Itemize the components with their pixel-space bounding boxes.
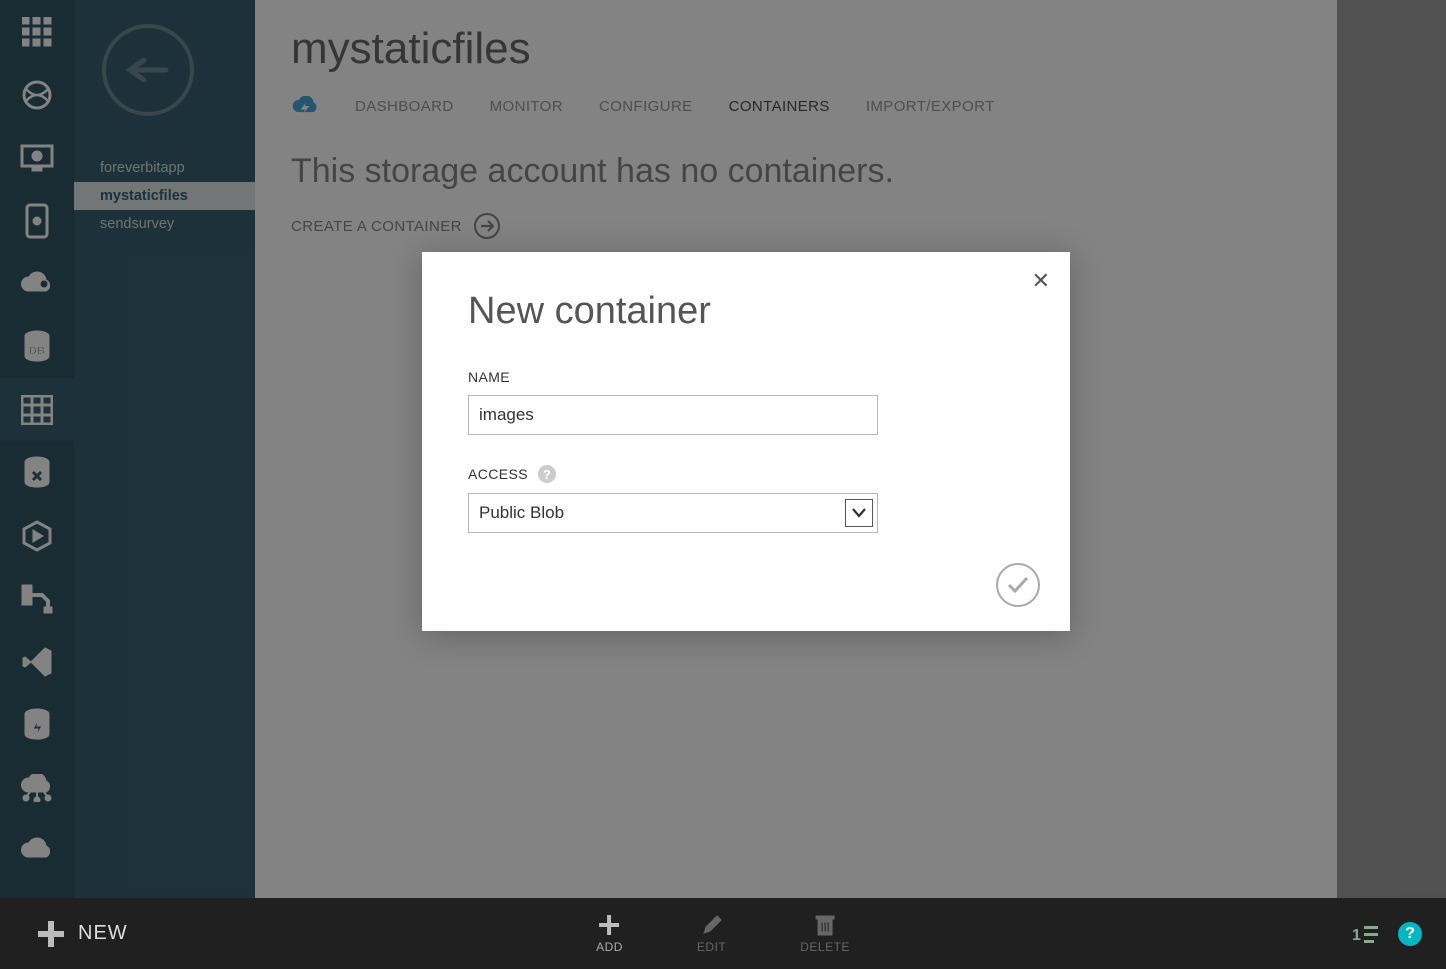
check-icon — [1007, 576, 1029, 594]
new-button[interactable]: NEW — [36, 919, 128, 949]
confirm-button[interactable] — [996, 563, 1040, 607]
delete-button: DELETE — [800, 914, 850, 954]
command-bar: NEW ADD EDIT DELETE 1 ? — [0, 898, 1446, 969]
container-name-input[interactable] — [468, 395, 878, 435]
name-label: NAME — [468, 369, 1024, 385]
access-select[interactable]: Public Blob — [468, 493, 878, 533]
new-label: NEW — [78, 922, 128, 945]
chevron-down-icon — [845, 499, 873, 527]
add-button[interactable]: ADD — [596, 914, 623, 954]
trash-icon — [815, 914, 835, 936]
pencil-icon — [701, 914, 723, 936]
access-label: ACCESS ? — [468, 465, 1024, 483]
notifications-icon[interactable]: 1 — [1352, 924, 1380, 944]
delete-label: DELETE — [800, 940, 850, 954]
edit-button: EDIT — [697, 914, 726, 954]
dialog-title: New container — [468, 290, 1024, 333]
access-selected-value: Public Blob — [479, 503, 564, 523]
close-icon[interactable]: ✕ — [1032, 268, 1050, 294]
help-icon[interactable]: ? — [538, 465, 556, 483]
edit-label: EDIT — [697, 940, 726, 954]
svg-text:1: 1 — [1352, 927, 1361, 944]
plus-icon — [598, 914, 620, 936]
new-container-dialog: ✕ New container NAME ACCESS ? Public Blo… — [422, 252, 1070, 631]
help-button[interactable]: ? — [1398, 922, 1422, 946]
plus-icon — [36, 919, 66, 949]
add-label: ADD — [596, 940, 623, 954]
access-label-text: ACCESS — [468, 466, 528, 482]
